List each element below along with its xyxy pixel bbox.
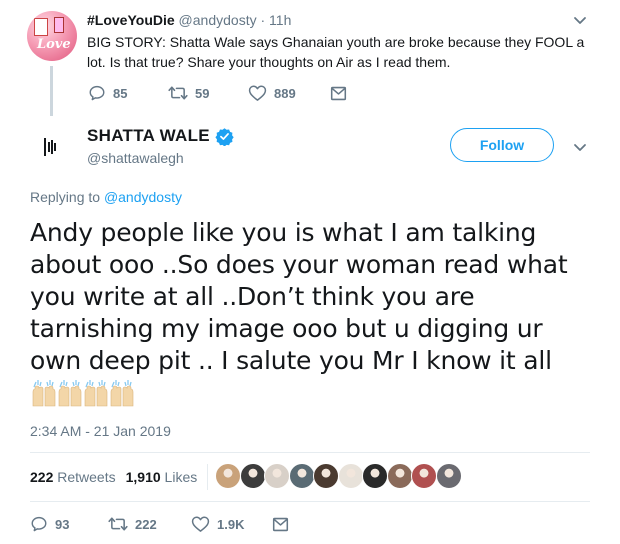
tweet-stats: 222 Retweets 1,910 Likes [30, 466, 197, 488]
tweet-author: SHATTA WALE [87, 125, 234, 147]
avatar-decoration [54, 17, 64, 33]
user-handle[interactable]: @andydosty [179, 12, 257, 28]
retweets-count: 222 [30, 469, 54, 485]
reply-button[interactable]: 93 [30, 514, 69, 534]
stats-separator [207, 464, 208, 490]
replying-to-label: Replying to [30, 189, 101, 205]
avatar-text: Love [37, 37, 71, 52]
liker-avatar[interactable] [411, 463, 437, 489]
separator-dot: · [260, 12, 266, 28]
liker-avatar[interactable] [386, 463, 413, 489]
avatar-decoration [34, 18, 48, 36]
retweet-icon [168, 86, 188, 100]
likes-label: Likes [164, 469, 198, 485]
avatar[interactable]: Love [27, 11, 77, 61]
direct-message-button[interactable] [272, 514, 289, 534]
retweet-button[interactable]: 222 [108, 514, 157, 534]
thread-connector [50, 66, 53, 116]
chevron-down-icon[interactable] [570, 10, 590, 30]
heart-icon [191, 516, 210, 532]
parent-tweet[interactable]: Love #LoveYouDie @andydosty · 11h BIG ST… [0, 0, 620, 118]
reply-icon [89, 85, 105, 101]
tweet-text: BIG STORY: Shatta Wale says Ghanaian you… [87, 34, 585, 70]
display-name[interactable]: SHATTA WALE [87, 126, 210, 146]
retweet-count: 222 [135, 516, 157, 532]
avatar[interactable] [37, 133, 65, 161]
liker-avatar[interactable] [435, 463, 462, 489]
raising-hands-emoji [58, 380, 82, 407]
retweet-count: 59 [195, 85, 210, 101]
likes-stat[interactable]: 1,910 Likes [126, 469, 198, 485]
raising-hands-emoji [32, 380, 56, 407]
heart-icon [248, 85, 267, 101]
retweets-label: Retweets [57, 469, 116, 485]
liker-avatar[interactable] [288, 463, 315, 489]
reply-count: 93 [55, 516, 70, 532]
direct-message-icon [330, 86, 347, 100]
direct-message-button[interactable] [330, 83, 347, 103]
like-button[interactable]: 1.9K [191, 514, 244, 534]
liker-avatar[interactable] [264, 463, 290, 489]
raising-hands-emoji [84, 380, 108, 407]
display-name[interactable]: #LoveYouDie [87, 12, 175, 28]
tweet-time[interactable]: 11h [269, 12, 291, 28]
like-count: 1.9K [217, 516, 245, 532]
liker-avatar[interactable] [215, 463, 241, 489]
retweet-button[interactable]: 59 [168, 83, 209, 103]
reply-count: 85 [113, 85, 128, 101]
liker-avatar[interactable] [337, 463, 364, 489]
emoji-row [31, 378, 135, 408]
retweet-icon [108, 517, 128, 531]
replying-to: Replying to @andydosty [30, 189, 182, 205]
user-handle[interactable]: @shattawalegh [87, 150, 184, 166]
follow-button[interactable]: Follow [450, 128, 554, 162]
liker-avatar[interactable] [313, 463, 339, 489]
replying-to-mention[interactable]: @andydosty [104, 189, 182, 205]
likes-count: 1,910 [125, 469, 161, 485]
raising-hands-emoji [110, 380, 134, 407]
direct-message-icon [272, 517, 289, 531]
like-button[interactable]: 889 [248, 83, 296, 103]
divider [30, 501, 590, 502]
reply-button[interactable]: 85 [88, 83, 127, 103]
tweet-timestamp[interactable]: 2:34 AM - 21 Jan 2019 [30, 423, 171, 439]
liker-avatar[interactable] [239, 463, 266, 489]
tweet-text: Andy people like you is what I am talkin… [30, 218, 568, 375]
reply-icon [31, 516, 47, 532]
chevron-down-icon[interactable] [570, 137, 590, 157]
verified-badge-icon [215, 127, 234, 146]
tweet-header: #LoveYouDie @andydosty · 11h [87, 11, 291, 29]
divider [30, 452, 590, 453]
liker-avatar[interactable] [362, 463, 388, 489]
retweets-stat[interactable]: 222 Retweets [30, 469, 116, 485]
like-count: 889 [274, 85, 296, 101]
